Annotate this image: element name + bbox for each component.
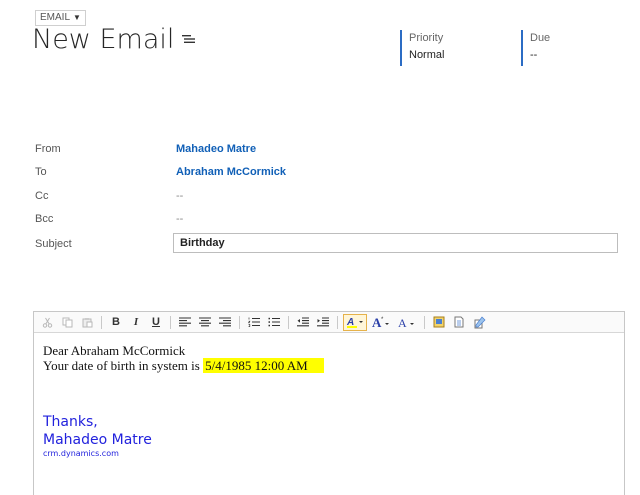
bcc-label: Bcc: [35, 213, 54, 225]
bold-button[interactable]: B: [107, 314, 125, 331]
toolbar-divider: [239, 315, 240, 329]
signature-block: Thanks, Mahadeo Matre crm.dynamics.com: [43, 413, 152, 459]
greeting-line: Dear Abraham McCormick: [43, 343, 186, 358]
decrease-indent-icon[interactable]: [294, 314, 312, 331]
dob-highlighted-value: 5/4/1985 12:00 AM: [203, 358, 324, 373]
from-value[interactable]: Mahadeo Matre: [176, 143, 256, 155]
toolbar-divider: [337, 315, 338, 329]
align-center-icon[interactable]: [196, 314, 214, 331]
toolbar-divider: [101, 315, 102, 329]
form-menu-icon[interactable]: [182, 32, 196, 48]
toolbar-divider: [424, 315, 425, 329]
toolbar-divider: [170, 315, 171, 329]
to-label: To: [35, 166, 47, 178]
email-body: Dear Abraham McCormick Your date of birt…: [43, 343, 324, 373]
font-size-icon[interactable]: A *: [369, 314, 393, 331]
due-value: --: [530, 49, 538, 61]
signature-name: Mahadeo Matre: [43, 432, 152, 448]
numbered-list-icon[interactable]: [245, 314, 263, 331]
bcc-value[interactable]: --: [176, 213, 183, 225]
italic-button[interactable]: I: [127, 314, 145, 331]
subject-input[interactable]: [173, 233, 618, 253]
cut-icon[interactable]: [38, 314, 56, 331]
cc-label: Cc: [35, 190, 49, 202]
cc-value[interactable]: --: [176, 190, 183, 202]
underline-button[interactable]: U: [147, 314, 165, 331]
priority-value: Normal: [409, 49, 445, 61]
signature-thanks: Thanks,: [43, 414, 98, 430]
subject-label: Subject: [35, 238, 72, 250]
caret-down-icon: ▼: [73, 13, 81, 22]
page-title: New Email: [32, 24, 175, 55]
paste-icon[interactable]: [78, 314, 96, 331]
due-label: Due: [530, 32, 551, 44]
to-value[interactable]: Abraham McCormick: [176, 166, 286, 178]
template-icon[interactable]: [470, 314, 488, 331]
highlight-icon[interactable]: A: [343, 313, 367, 331]
email-body-editor[interactable]: B I U A A * A Dear Abraham McCormick You…: [33, 311, 625, 495]
from-label: From: [35, 143, 61, 155]
toolbar-divider: [288, 315, 289, 329]
dob-line: Your date of birth in system is 5/4/1985…: [43, 358, 324, 373]
page-title-row: New Email: [32, 24, 196, 55]
priority-field[interactable]: Priority Normal: [400, 30, 444, 66]
entity-type-label: EMAIL: [40, 12, 71, 23]
increase-indent-icon[interactable]: [314, 314, 332, 331]
page-icon[interactable]: [450, 314, 468, 331]
align-right-icon[interactable]: [216, 314, 234, 331]
font-color-icon[interactable]: A: [395, 314, 419, 331]
priority-label: Priority: [409, 32, 444, 44]
copy-icon[interactable]: [58, 314, 76, 331]
bullet-list-icon[interactable]: [265, 314, 283, 331]
align-left-icon[interactable]: [176, 314, 194, 331]
svg-text:*: *: [381, 317, 384, 323]
signature-site: crm.dynamics.com: [43, 449, 119, 458]
due-field[interactable]: Due --: [521, 30, 550, 66]
svg-text:A: A: [398, 316, 407, 329]
dob-prefix: Your date of birth in system is: [43, 358, 204, 373]
insert-icon[interactable]: [430, 314, 448, 331]
editor-toolbar: B I U A A * A: [34, 312, 624, 333]
